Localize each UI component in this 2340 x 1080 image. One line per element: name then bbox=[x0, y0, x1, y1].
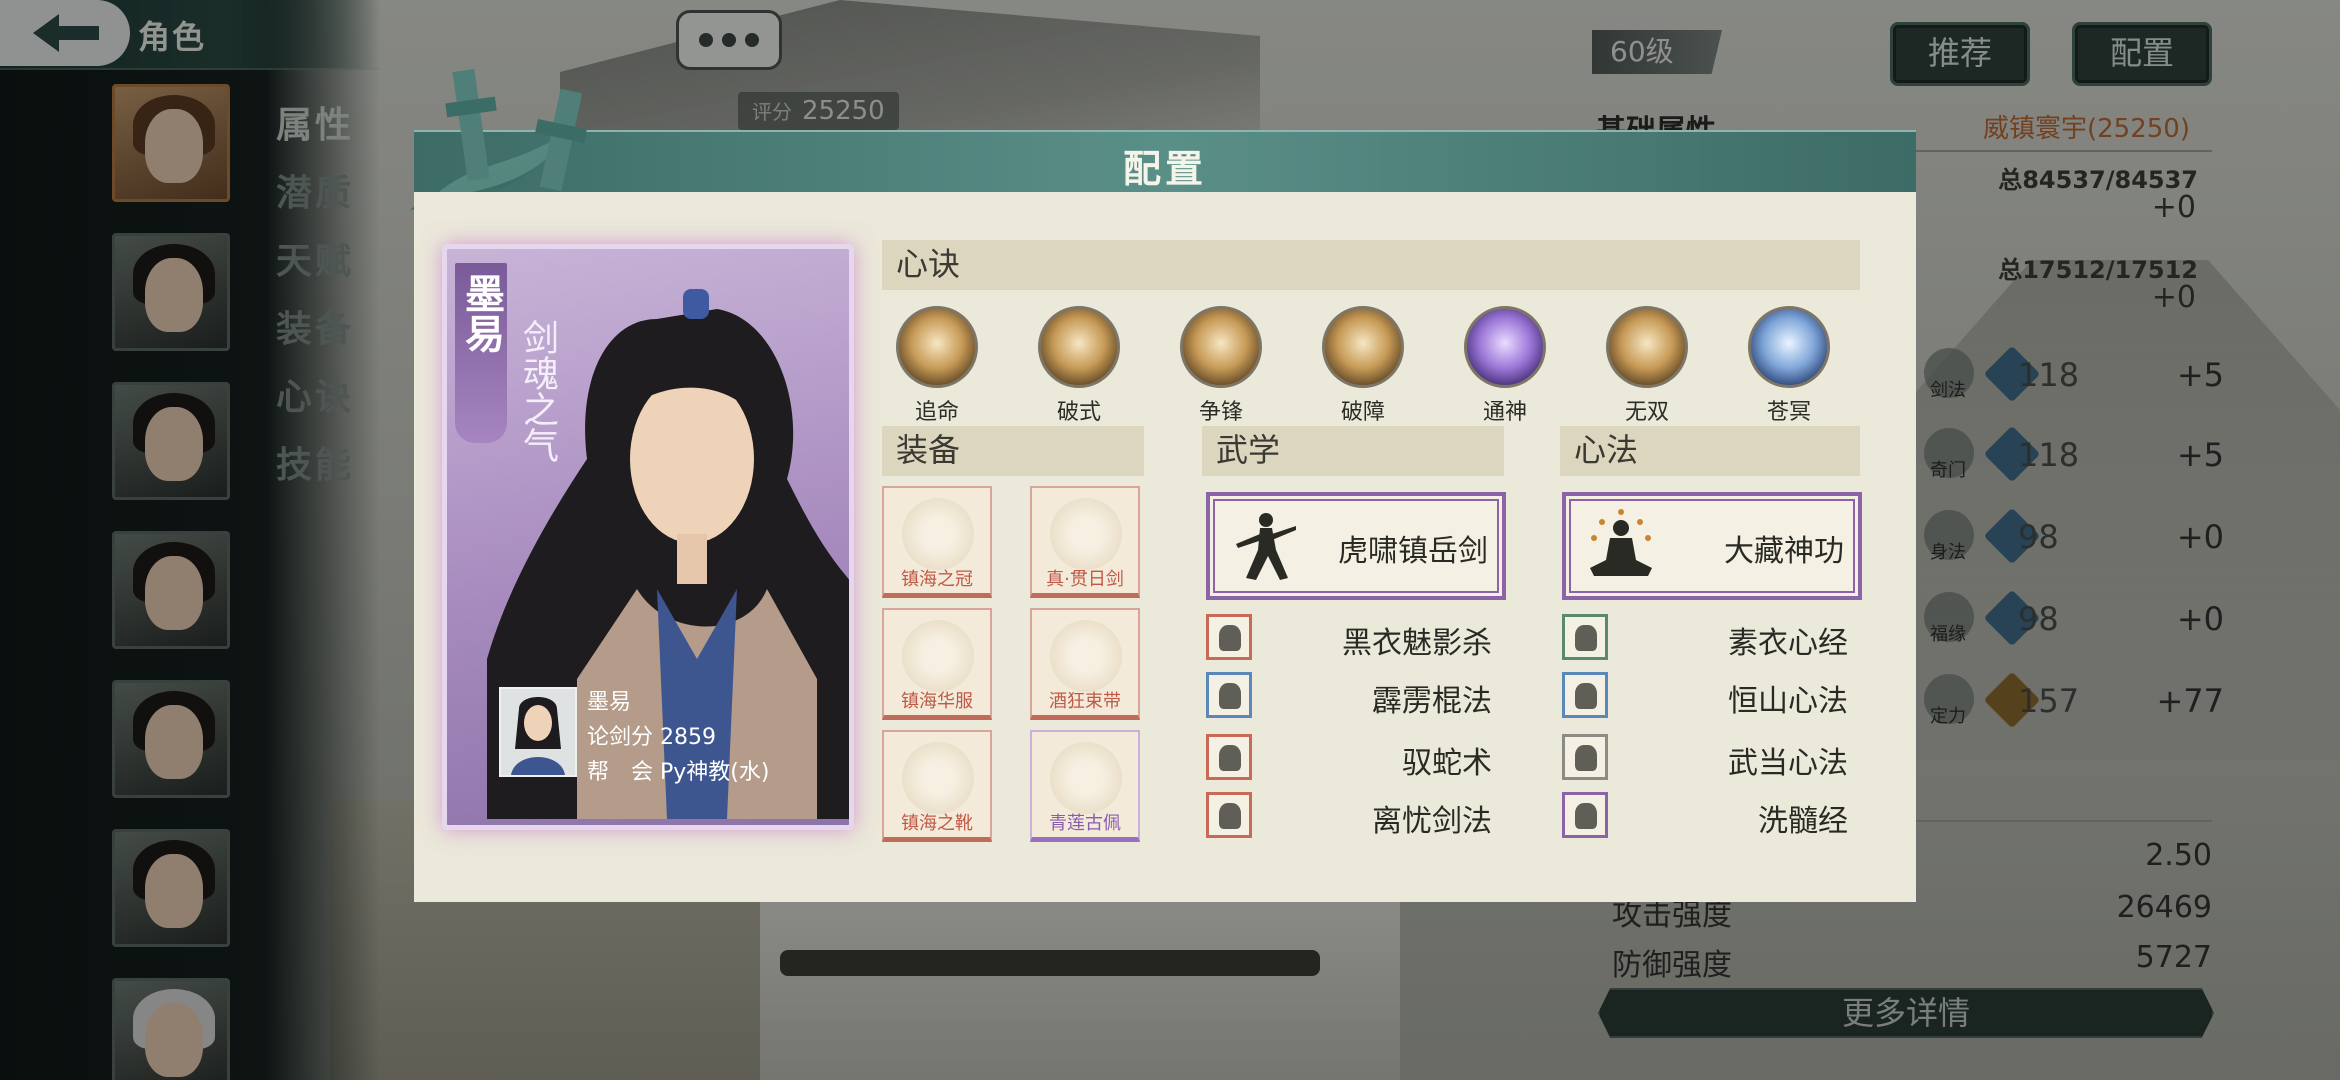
xinfa-sub-slot[interactable]: 洗髓经 bbox=[1562, 790, 1862, 840]
equipment-slot[interactable]: 镇海之冠 bbox=[882, 486, 992, 598]
equipment-slot[interactable]: 镇海之靴 bbox=[882, 730, 992, 842]
inner-art-icon bbox=[1562, 672, 1608, 718]
xinjue-orb-icon bbox=[1038, 306, 1120, 388]
wuxue-sub-slot[interactable]: 霹雳棍法 bbox=[1206, 670, 1506, 720]
xinfa-sub-name: 洗髓经 bbox=[1758, 804, 1848, 839]
helmet-icon bbox=[902, 498, 974, 570]
xinjue-label: 苍冥 bbox=[1766, 400, 1811, 425]
wuxue-sub-name: 黑衣魅影杀 bbox=[1342, 626, 1492, 661]
inner-art-icon bbox=[1562, 734, 1608, 780]
wuxue-sub-name: 驭蛇术 bbox=[1402, 746, 1492, 781]
character-card: 墨易 剑魂之气 墨易 论剑分 2859 帮 会 Py神教(水) bbox=[442, 244, 854, 830]
xinjue-label: 通神 bbox=[1482, 400, 1527, 425]
martial-art-icon bbox=[1206, 734, 1252, 780]
equipment-slot[interactable]: 镇海华服 bbox=[882, 608, 992, 720]
xinfa-sub-name: 武当心法 bbox=[1728, 746, 1848, 781]
equipment-section-header: 装备 bbox=[882, 426, 1144, 476]
pendant-icon bbox=[1050, 742, 1122, 814]
inner-art-icon bbox=[1562, 792, 1608, 838]
xinjue-slot[interactable]: 争锋 bbox=[1176, 306, 1266, 426]
equipment-slot[interactable]: 青莲古佩 bbox=[1030, 730, 1140, 842]
equipment-label: 酒狂束带 bbox=[1049, 691, 1121, 712]
xinjue-orb-icon bbox=[1180, 306, 1262, 388]
wuxue-section-header: 武学 bbox=[1202, 426, 1504, 476]
martial-art-icon bbox=[1206, 614, 1252, 660]
xinfa-sub-name: 恒山心法 bbox=[1728, 684, 1848, 719]
xinjue-label: 争锋 bbox=[1198, 400, 1243, 425]
xinfa-sub-slot[interactable]: 素衣心经 bbox=[1562, 612, 1862, 662]
xinjue-orb-icon bbox=[896, 306, 978, 388]
xinjue-label: 追命 bbox=[914, 400, 959, 425]
xinjue-slot[interactable]: 通神 bbox=[1460, 306, 1550, 426]
avatar bbox=[511, 697, 565, 775]
xinjue-label: 破障 bbox=[1340, 400, 1385, 425]
wuxue-main-slot[interactable]: 虎啸镇岳剑 bbox=[1206, 492, 1506, 600]
wuxue-sub-slot[interactable]: 离忧剑法 bbox=[1206, 790, 1506, 840]
robe-icon bbox=[902, 620, 974, 692]
xinjue-orb-icon bbox=[1322, 306, 1404, 388]
xinjue-orb-icon bbox=[1464, 306, 1546, 388]
xinjue-orb-icon bbox=[1748, 306, 1830, 388]
xinjue-orb-icon bbox=[1606, 306, 1688, 388]
character-info-name: 墨易 bbox=[587, 690, 632, 715]
wuxue-sub-slot[interactable]: 驭蛇术 bbox=[1206, 732, 1506, 782]
equipment-label: 镇海之冠 bbox=[901, 569, 973, 590]
equipment-label: 青莲古佩 bbox=[1049, 813, 1121, 834]
xinfa-section-header: 心法 bbox=[1560, 426, 1860, 476]
xinfa-main-slot[interactable]: 大藏神功 bbox=[1562, 492, 1862, 600]
equipment-label: 真·贯日剑 bbox=[1046, 569, 1124, 590]
xinfa-sub-slot[interactable]: 武当心法 bbox=[1562, 732, 1862, 782]
xinjue-label: 无双 bbox=[1624, 400, 1669, 425]
xinjue-slot[interactable]: 追命 bbox=[892, 306, 982, 426]
wuxue-main-name: 虎啸镇岳剑 bbox=[1338, 534, 1488, 569]
character-info-guild: 帮 会 Py神教(水) bbox=[587, 760, 770, 785]
character-info: 墨易 论剑分 2859 帮 会 Py神教(水) bbox=[587, 685, 769, 790]
xinjue-label: 破式 bbox=[1056, 400, 1101, 425]
martial-art-icon bbox=[1206, 672, 1252, 718]
xinjue-slot[interactable]: 苍冥 bbox=[1744, 306, 1834, 426]
xinjue-slot[interactable]: 破障 bbox=[1318, 306, 1408, 426]
character-subtitle: 剑魂之气 bbox=[509, 319, 565, 474]
xinjue-section-header: 心诀 bbox=[882, 240, 1860, 290]
character-mini-avatar bbox=[499, 687, 577, 777]
equipment-slot[interactable]: 真·贯日剑 bbox=[1030, 486, 1140, 598]
martial-pose-icon bbox=[1236, 513, 1296, 580]
xinfa-sub-name: 素衣心经 bbox=[1728, 626, 1848, 661]
wuxue-sub-name: 霹雳棍法 bbox=[1372, 684, 1492, 719]
xinjue-slot[interactable]: 无双 bbox=[1602, 306, 1692, 426]
inner-art-icon bbox=[1562, 614, 1608, 660]
martial-art-icon bbox=[1206, 792, 1252, 838]
character-info-score: 论剑分 2859 bbox=[587, 725, 716, 750]
wuxue-sub-name: 离忧剑法 bbox=[1372, 804, 1492, 839]
xinjue-slot[interactable]: 破式 bbox=[1034, 306, 1124, 426]
character-name-banner: 墨易 bbox=[455, 263, 507, 443]
wuxue-sub-slot[interactable]: 黑衣魅影杀 bbox=[1206, 612, 1506, 662]
meditation-icon bbox=[1590, 509, 1652, 576]
xinfa-main-name: 大藏神功 bbox=[1724, 534, 1844, 569]
equipment-slot[interactable]: 酒狂束带 bbox=[1030, 608, 1140, 720]
equipment-label: 镇海华服 bbox=[901, 691, 973, 712]
boots-icon bbox=[902, 742, 974, 814]
xinfa-sub-slot[interactable]: 恒山心法 bbox=[1562, 670, 1862, 720]
sword-icon bbox=[1050, 498, 1122, 570]
belt-icon bbox=[1050, 620, 1122, 692]
character-name: 墨易 bbox=[458, 273, 504, 353]
character-subtitle-text: 剑魂之气 bbox=[517, 319, 558, 463]
equipment-label: 镇海之靴 bbox=[901, 813, 973, 834]
